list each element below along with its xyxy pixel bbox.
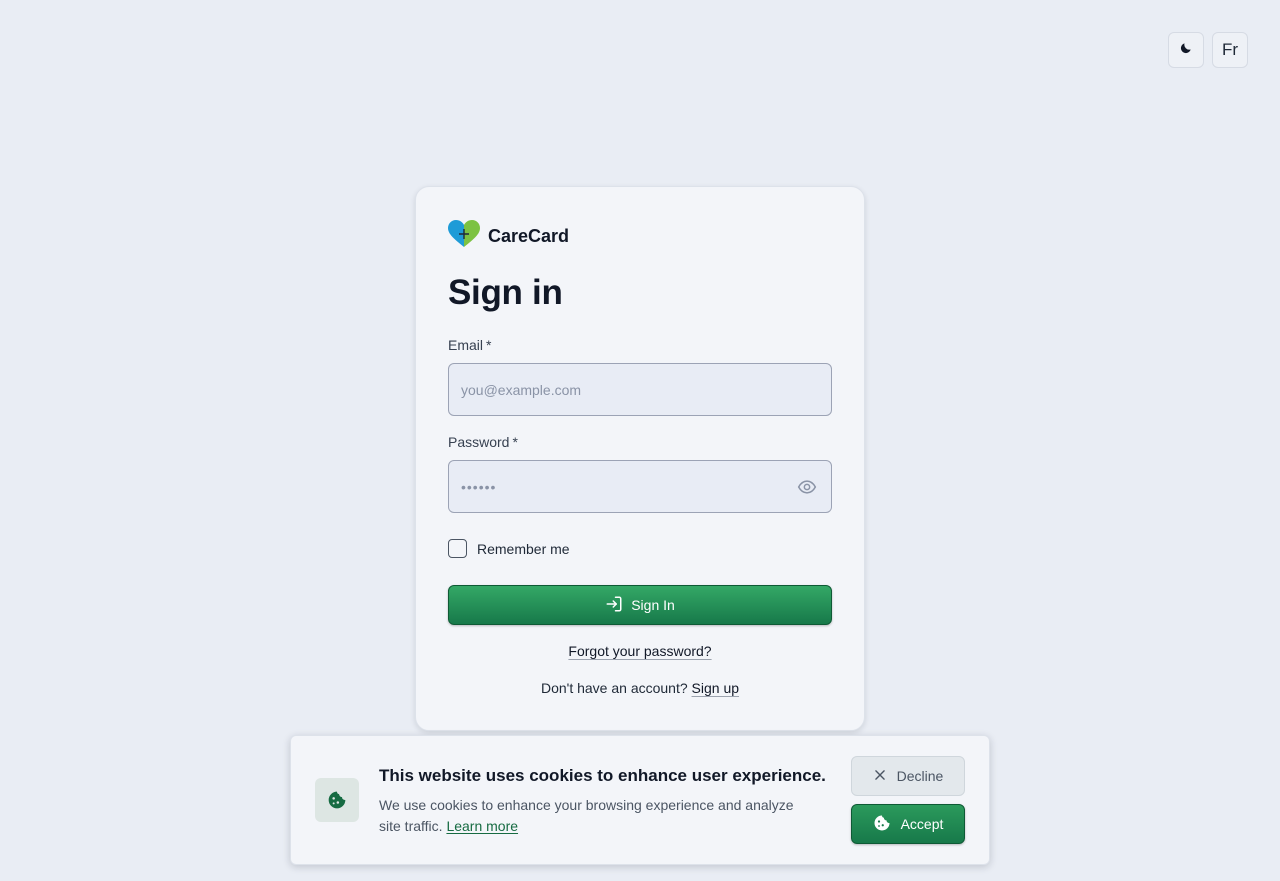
email-label-text: Email: [448, 337, 484, 353]
eye-icon[interactable]: [795, 475, 819, 499]
sign-in-card: CareCard Sign in Email* Password* ••••••…: [415, 186, 865, 731]
password-required-mark: *: [512, 434, 518, 450]
forgot-password-link[interactable]: Forgot your password?: [568, 643, 711, 659]
heart-plus-icon: [448, 220, 480, 253]
remember-me: Remember me: [448, 539, 570, 558]
cookie-icon: [873, 814, 891, 835]
password-input[interactable]: ••••••: [461, 479, 795, 495]
forgot-password: Forgot your password?: [416, 643, 864, 661]
top-controls: Fr: [1168, 32, 1248, 68]
password-label: Password *: [448, 434, 518, 450]
cookie-icon: [315, 778, 359, 822]
page-title: Sign in: [448, 273, 563, 312]
decline-button[interactable]: Decline: [851, 756, 965, 796]
decline-label: Decline: [896, 768, 944, 784]
signup-row: Don't have an account? Sign up: [416, 680, 864, 696]
email-input[interactable]: [461, 381, 819, 398]
brand-name: CareCard: [488, 226, 570, 246]
moon-icon: [1179, 40, 1193, 60]
remember-checkbox[interactable]: [448, 539, 467, 558]
sign-in-icon: [605, 595, 623, 616]
learn-more-link[interactable]: Learn more: [446, 818, 518, 834]
email-required-mark: *: [486, 337, 492, 353]
language-button[interactable]: Fr: [1212, 32, 1248, 68]
theme-toggle-button[interactable]: [1168, 32, 1204, 68]
signup-prompt: Don't have an account?: [540, 680, 688, 696]
password-field[interactable]: ••••••: [448, 460, 832, 513]
sign-in-label: Sign In: [631, 597, 675, 613]
close-icon: [873, 768, 887, 785]
password-label-text: Password: [448, 434, 510, 450]
cookie-title: This website uses cookies to enhance use…: [379, 766, 826, 785]
sign-in-button[interactable]: Sign In: [448, 585, 832, 625]
cookie-banner: This website uses cookies to enhance use…: [290, 735, 990, 865]
email-field[interactable]: [448, 363, 832, 416]
email-label: Email *: [448, 337, 491, 353]
accept-button[interactable]: Accept: [851, 804, 965, 844]
language-label: Fr: [1221, 40, 1239, 59]
accept-label: Accept: [900, 816, 944, 832]
cookie-text: We use cookies to enhance your browsing …: [379, 795, 819, 837]
cookie-description: We use cookies to enhance your browsing …: [379, 797, 794, 834]
remember-label: Remember me: [477, 540, 570, 557]
brand: CareCard: [448, 220, 569, 253]
signup-link[interactable]: Sign up: [692, 680, 739, 696]
